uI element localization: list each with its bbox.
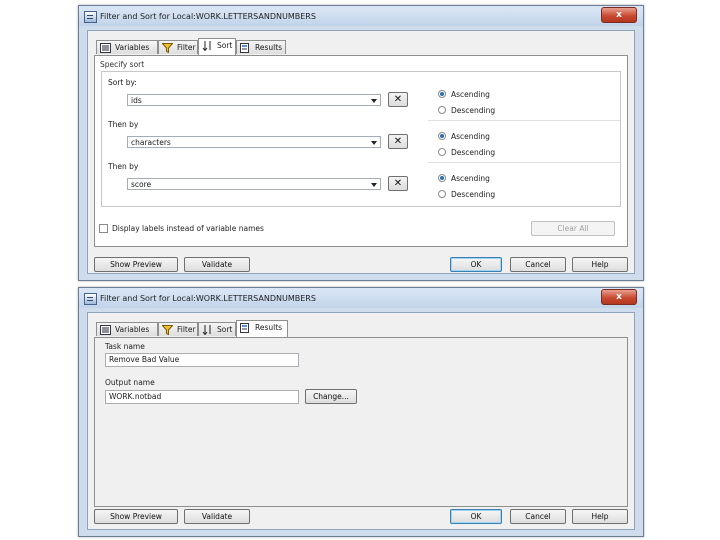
validate-button[interactable]: Validate [184,257,250,272]
sort-by-descending-radio[interactable]: Descending [438,106,495,115]
sort-by-select[interactable]: ids [127,94,381,106]
task-name-input[interactable]: Remove Bad Value [105,353,299,367]
tab-variables-label: Variables [115,43,150,52]
remove-sort-button[interactable]: ✕ [388,134,408,149]
results-icon [240,323,249,333]
tab-results[interactable]: Results [236,320,288,337]
display-labels-label: Display labels instead of variable names [112,224,264,233]
title-bar[interactable]: Filter and Sort for Local:WORK.LETTERSAN… [79,288,643,308]
close-button[interactable]: x [601,7,637,23]
tab-sort[interactable]: Sort [198,38,236,55]
show-preview-button[interactable]: Show Preview [94,509,178,524]
window-title: Filter and Sort for Local:WORK.LETTERSAN… [100,12,316,21]
cancel-button[interactable]: Cancel [510,509,566,524]
tab-variables[interactable]: Variables [96,322,158,336]
dialog-client: Variables Filter Sort Results Specify so… [87,30,635,274]
then-by-1-ascending-radio[interactable]: Ascending [438,132,490,141]
filter-sort-dialog-results: Filter and Sort for Local:WORK.LETTERSAN… [78,287,644,537]
tab-filter[interactable]: Filter [158,40,198,54]
sort-panel: Specify sort Sort by: ids ✕ Ascending De… [94,55,628,247]
filter-sort-app-icon [84,11,97,23]
sort-by-value: ids [131,96,142,105]
tab-sort[interactable]: Sort [198,322,236,336]
change-button[interactable]: Change... [305,389,357,404]
sort-icon [202,325,211,335]
help-button[interactable]: Help [572,257,628,272]
sort-group: Sort by: ids ✕ Ascending Descending Then… [101,71,621,207]
chevron-down-icon [371,141,377,145]
chevron-down-icon [371,99,377,103]
dialog-client: Variables Filter Sort Results Task name … [87,312,635,530]
sort-by-ascending-radio[interactable]: Ascending [438,90,490,99]
title-bar[interactable]: Filter and Sort for Local:WORK.LETTERSAN… [79,6,643,26]
tab-results[interactable]: Results [236,40,286,54]
tab-filter[interactable]: Filter [158,322,198,336]
then-by-value-2: score [131,180,152,189]
cancel-button[interactable]: Cancel [510,257,566,272]
filter-sort-app-icon [84,293,97,305]
validate-button[interactable]: Validate [184,509,250,524]
ok-button[interactable]: OK [450,257,502,272]
tab-results-label: Results [255,43,283,52]
ok-button[interactable]: OK [450,509,502,524]
variables-icon [100,325,111,335]
sort-by-label: Sort by: [108,78,137,87]
then-by-label-1: Then by [108,120,139,129]
window-title: Filter and Sort for Local:WORK.LETTERSAN… [100,294,316,303]
then-by-value-1: characters [131,138,171,147]
results-panel: Task name Remove Bad Value Output name W… [94,337,628,507]
filter-icon [162,43,173,53]
tab-results-label: Results [255,323,283,332]
then-by-label-2: Then by [108,162,139,171]
show-preview-button[interactable]: Show Preview [94,257,178,272]
clear-all-button[interactable]: Clear All [531,221,615,236]
then-by-2-ascending-radio[interactable]: Ascending [438,174,490,183]
chevron-down-icon [371,183,377,187]
sort-icon [202,41,211,51]
separator [428,120,620,121]
separator [428,162,620,163]
tab-variables-label: Variables [115,325,150,334]
remove-sort-button[interactable]: ✕ [388,92,408,107]
then-by-1-descending-radio[interactable]: Descending [438,148,495,157]
task-name-label: Task name [105,342,145,351]
tab-variables[interactable]: Variables [96,40,158,54]
then-by-select-2[interactable]: score [127,178,381,190]
output-name-input[interactable]: WORK.notbad [105,390,299,404]
display-labels-checkbox[interactable] [99,224,108,233]
tab-sort-label: Sort [217,41,233,50]
remove-sort-button[interactable]: ✕ [388,176,408,191]
specify-sort-label: Specify sort [100,60,145,69]
results-icon [240,43,249,53]
help-button[interactable]: Help [572,509,628,524]
then-by-2-descending-radio[interactable]: Descending [438,190,495,199]
close-button[interactable]: x [601,289,637,305]
filter-icon [162,325,173,335]
then-by-select-1[interactable]: characters [127,136,381,148]
tab-sort-label: Sort [217,325,233,334]
output-name-label: Output name [105,378,155,387]
filter-sort-dialog-sort: Filter and Sort for Local:WORK.LETTERSAN… [78,5,644,281]
variables-icon [100,43,111,53]
tab-filter-label: Filter [177,325,196,334]
tab-filter-label: Filter [177,43,196,52]
